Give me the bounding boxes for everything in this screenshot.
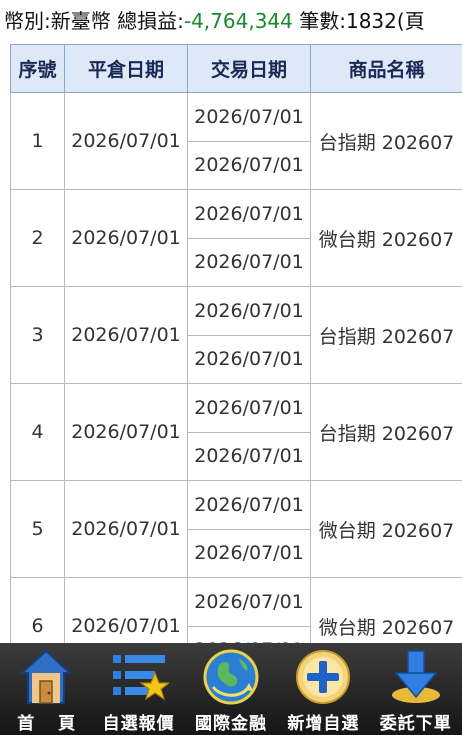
toolbar-home-label: 首頁 <box>17 714 100 734</box>
table-row[interactable]: 4 2026/07/01 2026/07/01 台指期 202607 <box>10 383 462 481</box>
cell-serial-no: 3 <box>10 286 65 384</box>
cell-trade-date-open: 2026/07/01 <box>187 286 311 336</box>
cell-trade-date-close: 2026/07/01 <box>187 334 311 384</box>
cell-serial-no: 6 <box>10 577 65 644</box>
bottom-toolbar: 首頁 自選報價 國際金融 新增自選 委託下單 <box>0 643 462 735</box>
toolbar-home-button[interactable]: 首頁 <box>0 643 92 735</box>
toolbar-watchlist-button[interactable]: 自選報價 <box>93 643 185 735</box>
cell-product-name: 台指期 202607 <box>310 286 462 384</box>
header-close-date: 平倉日期 <box>64 44 188 93</box>
cell-close-date: 2026/07/01 <box>64 92 188 190</box>
cell-trade-date-close: 2026/07/01 <box>187 528 311 578</box>
toolbar-place-order-label: 委託下單 <box>379 714 452 734</box>
globe-icon <box>203 649 259 705</box>
cell-serial-no: 5 <box>10 480 65 578</box>
cell-close-date: 2026/07/01 <box>64 286 188 384</box>
table-row[interactable]: 6 2026/07/01 2026/07/01 微台期 202607 <box>10 577 462 644</box>
page-indicator-fragment: (頁 <box>396 9 425 33</box>
table-row[interactable]: 5 2026/07/01 2026/07/01 微台期 202607 <box>10 480 462 578</box>
cell-trade-date-open: 2026/07/01 <box>187 383 311 433</box>
home-icon <box>19 649 73 704</box>
cell-trade-date-open: 2026/07/01 <box>187 92 311 142</box>
record-count-value: 1832 <box>345 9 397 33</box>
cell-trade-date-close: 2026/07/01 <box>187 431 311 481</box>
record-count-label: 筆數: <box>292 9 346 33</box>
account-summary-bar: 幣別:新臺幣 總損益:-4,764,344 筆數:1832(頁 <box>0 0 462 42</box>
header-serial-no: 序號 <box>10 44 65 93</box>
currency-label: 幣別: <box>4 9 51 33</box>
toolbar-add-watchlist-button[interactable]: 新增自選 <box>277 643 369 735</box>
cell-product-name: 微台期 202607 <box>310 189 462 287</box>
add-plus-icon <box>296 650 351 704</box>
toolbar-place-order-button[interactable]: 委託下單 <box>370 643 462 735</box>
cell-trade-date-open: 2026/07/01 <box>187 577 311 627</box>
header-product-name: 商品名稱 <box>310 44 462 93</box>
cell-trade-date-open: 2026/07/01 <box>187 480 311 530</box>
cell-product-name: 台指期 202607 <box>310 383 462 481</box>
cell-trade-date-open: 2026/07/01 <box>187 189 311 239</box>
toolbar-international-finance-label: 國際金融 <box>194 714 267 734</box>
total-pnl-label: 總損益: <box>110 9 184 33</box>
cell-product-name: 微台期 202607 <box>310 480 462 578</box>
cell-serial-no: 4 <box>10 383 65 481</box>
trade-history-table[interactable]: 序號 平倉日期 交易日期 商品名稱 1 2026/07/01 2026/07/01 台… <box>10 44 462 644</box>
download-arrow-icon <box>391 650 440 703</box>
cell-product-name: 台指期 202607 <box>310 92 462 190</box>
cell-close-date: 2026/07/01 <box>64 189 188 287</box>
table-row[interactable]: 1 2026/07/01 2026/07/01 台指期 202607 <box>10 92 462 190</box>
watchlist-star-icon <box>112 655 169 701</box>
cell-trade-date-close: 2026/07/01 <box>187 140 311 190</box>
header-trade-date: 交易日期 <box>187 44 311 93</box>
cell-close-date: 2026/07/01 <box>64 480 188 578</box>
total-pnl-value: -4,764,344 <box>183 9 293 33</box>
table-header-row: 序號 平倉日期 交易日期 商品名稱 <box>10 44 462 93</box>
cell-close-date: 2026/07/01 <box>64 383 188 481</box>
toolbar-international-finance-button[interactable]: 國際金融 <box>185 643 277 735</box>
table-row[interactable]: 3 2026/07/01 2026/07/01 台指期 202607 <box>10 286 462 384</box>
cell-trade-date-close: 2026/07/01 <box>187 237 311 287</box>
toolbar-watchlist-label: 自選報價 <box>102 714 175 734</box>
toolbar-add-watchlist-label: 新增自選 <box>287 714 360 734</box>
cell-serial-no: 2 <box>10 189 65 287</box>
table-row[interactable]: 2 2026/07/01 2026/07/01 微台期 202607 <box>10 189 462 287</box>
cell-trade-date-close: 2026/07/01 <box>187 625 311 644</box>
cell-close-date: 2026/07/01 <box>64 577 188 644</box>
cell-product-name: 微台期 202607 <box>310 577 462 644</box>
currency-value: 新臺幣 <box>50 9 111 33</box>
cell-serial-no: 1 <box>10 92 65 190</box>
